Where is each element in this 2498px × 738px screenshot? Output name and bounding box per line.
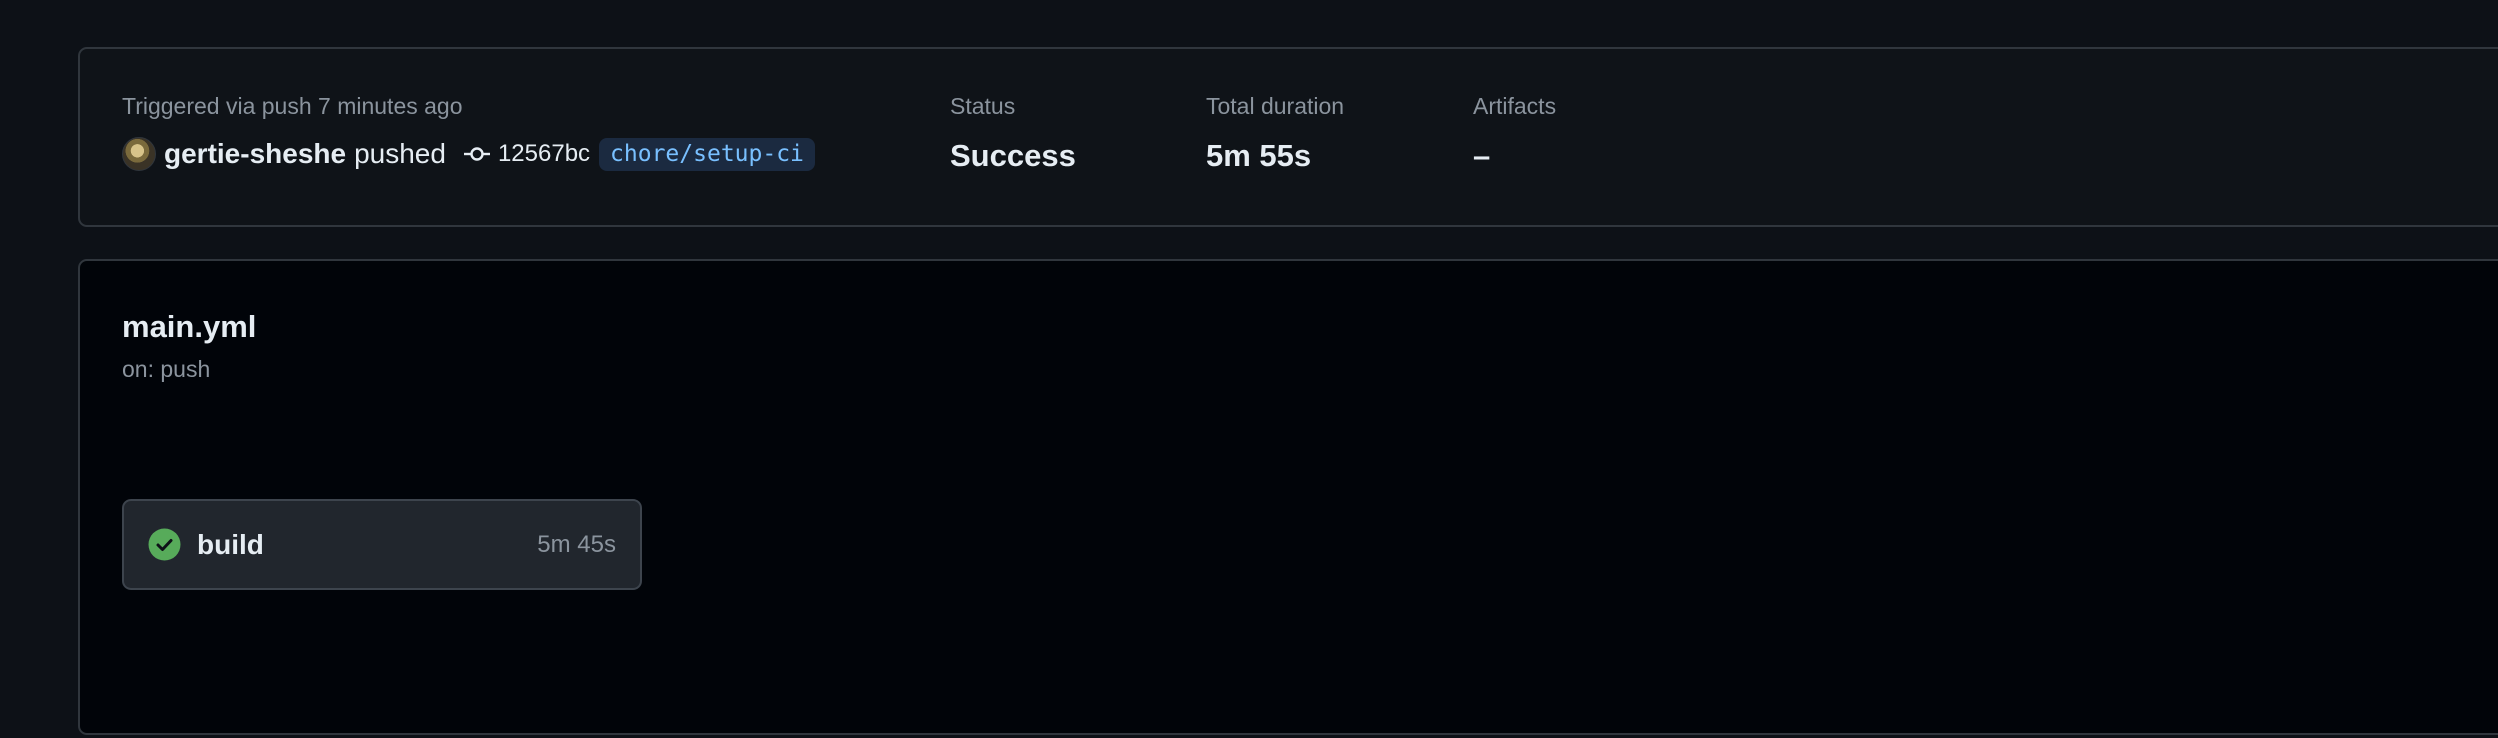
job-duration: 5m 45s (537, 530, 616, 558)
trigger-info: Triggered via push 7 minutes ago gertie-… (122, 93, 815, 171)
trigger-label: Triggered via push 7 minutes ago (122, 93, 463, 119)
git-commit-icon (463, 145, 490, 163)
avatar[interactable] (122, 137, 156, 171)
trigger-details: gertie-sheshe pushed 12567bc chore/setup… (122, 137, 815, 171)
duration-value: 5m 55s (1206, 138, 1312, 173)
artifacts-section: Artifacts – (1473, 93, 1556, 174)
duration-section: Total duration 5m 55s (1206, 93, 1344, 174)
status-value: Success (950, 138, 1076, 173)
artifacts-label: Artifacts (1473, 93, 1557, 119)
job-build[interactable]: build 5m 45s (122, 499, 642, 590)
artifacts-value: – (1473, 138, 1491, 173)
duration-label: Total duration (1206, 93, 1345, 119)
check-circle-icon (148, 528, 181, 561)
actor-link[interactable]: gertie-sheshe (164, 138, 346, 170)
status-section: Status Success (950, 93, 1076, 174)
job-name: build (197, 528, 264, 560)
workflow-graph-card: main.yml on: push build 5m 45s (78, 259, 2498, 735)
branch-badge[interactable]: chore/setup-ci (599, 137, 815, 171)
workflow-trigger: on: push (122, 356, 211, 382)
push-action-text: pushed (354, 138, 446, 169)
commit-sha-link[interactable]: 12567bc (498, 140, 590, 168)
run-summary-card: Triggered via push 7 minutes ago gertie-… (78, 47, 2498, 227)
workflow-file-name[interactable]: main.yml (122, 309, 256, 345)
status-label: Status (950, 93, 1016, 119)
